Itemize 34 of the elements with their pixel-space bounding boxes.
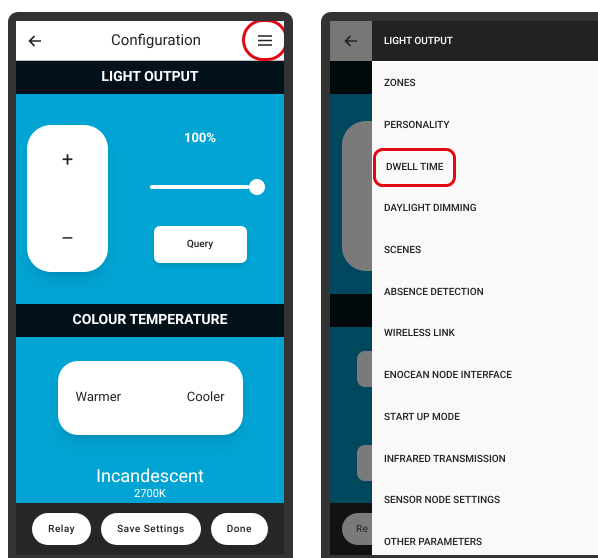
cooler-button[interactable]: Cooler	[186, 388, 224, 408]
brightness-percent: 100%	[184, 130, 216, 148]
menu-header-title: LIGHT OUTPUT	[384, 34, 453, 48]
bottom-button[interactable]: Done	[210, 513, 268, 545]
menu-icon[interactable]	[258, 35, 272, 46]
section-heading: LIGHT OUTPUT	[101, 68, 199, 87]
slider-thumb[interactable]	[248, 178, 264, 194]
back-arrow-icon[interactable]	[28, 34, 42, 46]
menu-item[interactable]: WIRELESS LINK	[384, 326, 455, 342]
menu-item[interactable]: ABSENCE DETECTION	[384, 284, 484, 300]
section-heading: COLOUR TEMPERATURE	[72, 311, 228, 330]
menu-item[interactable]: PERSONALITY	[384, 118, 450, 134]
menu-item[interactable]: OTHER PARAMETERS	[384, 534, 482, 550]
menu-item[interactable]: DWELL TIME	[373, 148, 456, 187]
decrease-button[interactable]: –	[60, 226, 74, 250]
bottom-button[interactable]: Save Settings	[101, 513, 201, 545]
menu-item[interactable]: ZONES	[384, 76, 416, 92]
dimmed-header	[330, 294, 372, 327]
increase-button[interactable]: +	[62, 147, 74, 171]
warmer-button[interactable]: Warmer	[76, 388, 121, 408]
menu-item[interactable]: DAYLIGHT DIMMING	[384, 201, 477, 216]
back-arrow-icon	[344, 35, 358, 47]
query-button[interactable]: Query	[154, 226, 246, 262]
dimmed-header	[330, 61, 372, 94]
menu-item[interactable]: SCENES	[384, 243, 422, 258]
menu-item[interactable]: INFRARED TRANSMISSION	[384, 452, 506, 467]
colour-preset: Incandescent	[96, 467, 204, 487]
menu-item[interactable]: ENOCEAN NODE INTERFACE	[384, 368, 512, 384]
menu-item[interactable]: SENSOR NODE SETTINGS	[384, 493, 500, 508]
menu-item[interactable]: START UP MODE	[384, 410, 460, 425]
screen-title: Configuration	[111, 30, 201, 52]
brightness-slider[interactable]	[150, 178, 264, 194]
bottom-button[interactable]: Relay	[32, 513, 92, 545]
colour-kelvin: 2700K	[134, 487, 166, 500]
